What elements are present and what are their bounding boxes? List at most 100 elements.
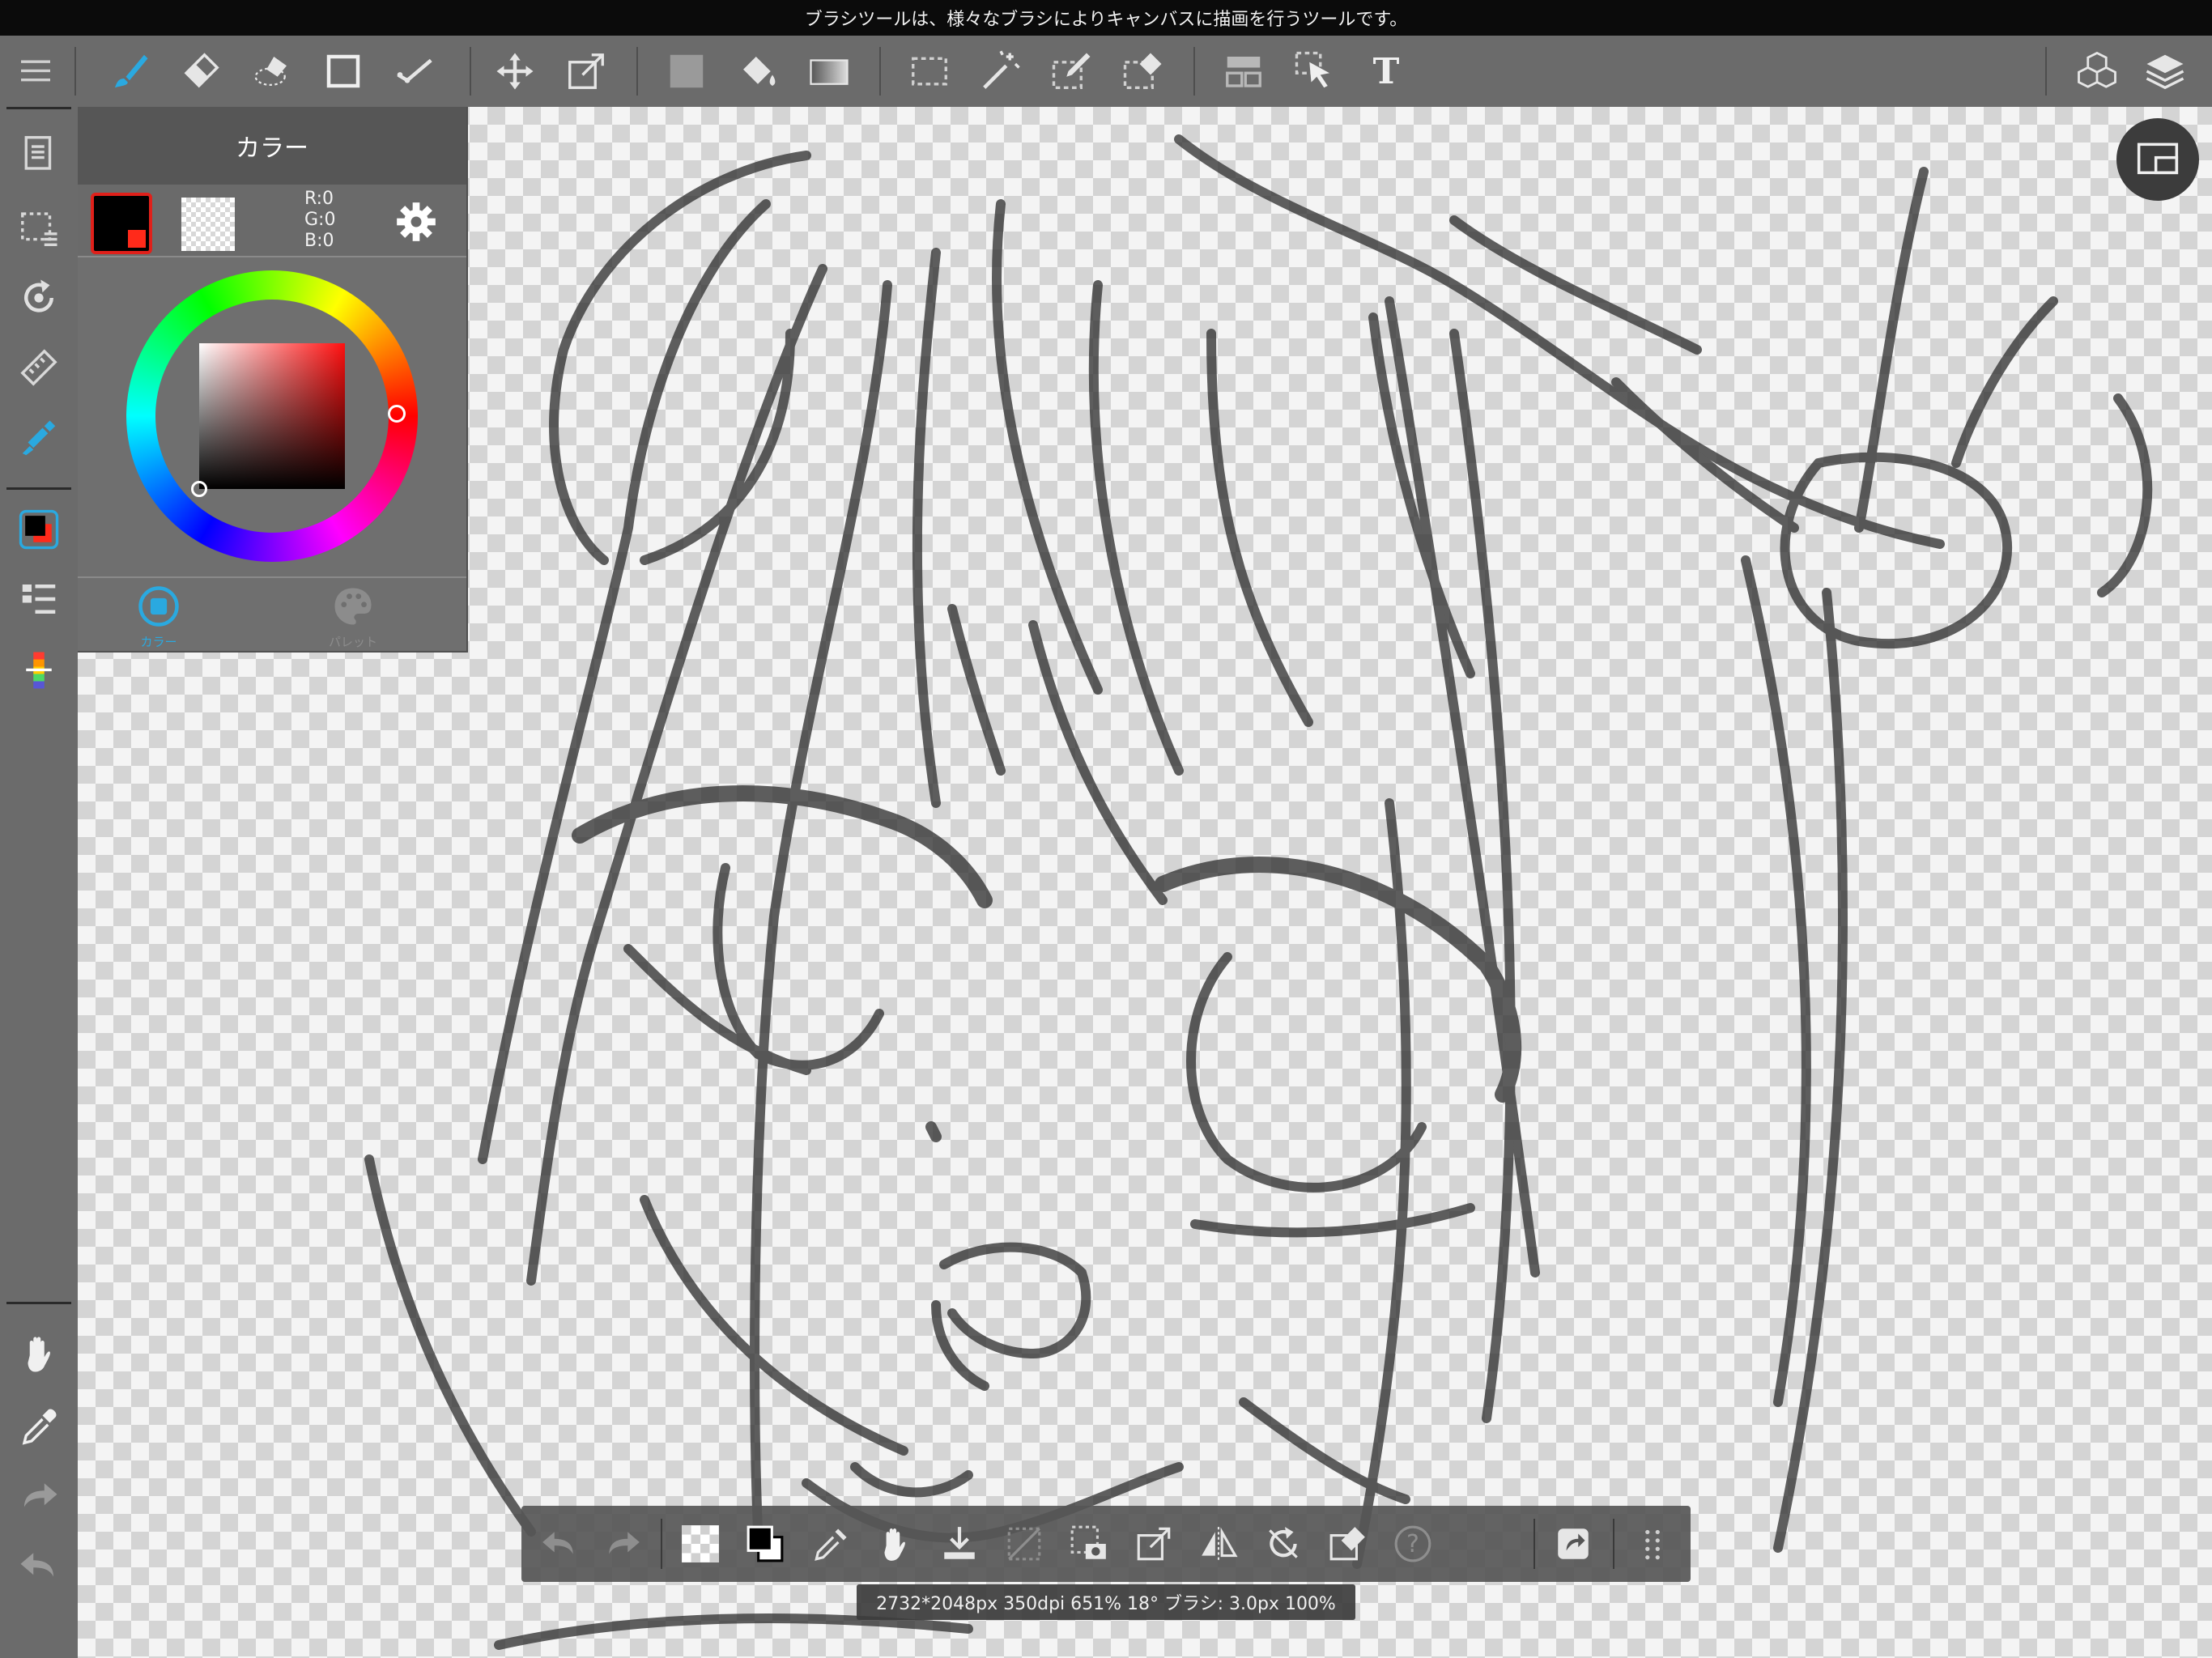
download-icon [944, 1527, 975, 1559]
hand-tool-button[interactable] [6, 1321, 71, 1386]
page-button[interactable] [6, 121, 71, 186]
undo-button[interactable] [6, 1533, 71, 1598]
bottom-toolbar: ? [521, 1506, 1691, 1582]
transform-icon [568, 53, 604, 89]
menu-button[interactable] [0, 36, 71, 107]
flip-button[interactable] [1187, 1512, 1250, 1575]
color-button[interactable] [6, 497, 71, 562]
color-panel-tabs: カラー パレット [78, 576, 466, 653]
rotate-button[interactable] [6, 266, 71, 330]
view-mode-button[interactable] [2116, 118, 2199, 201]
operation-icon [1295, 51, 1329, 88]
brush-tool-button[interactable] [94, 36, 165, 107]
shape-tool-button[interactable] [308, 36, 379, 107]
tab-palette[interactable]: パレット [304, 585, 402, 649]
rgb-b-value: B:0 [304, 231, 334, 251]
palette-strip-button[interactable] [6, 638, 71, 703]
rotate-icon [24, 279, 53, 312]
hand-button-bottom[interactable] [863, 1512, 926, 1575]
deselect-button[interactable] [993, 1512, 1056, 1575]
download-button[interactable] [928, 1512, 991, 1575]
eraser-icon [184, 53, 219, 88]
eyedropper-button[interactable] [6, 1394, 71, 1459]
ruler-icon [20, 349, 57, 386]
fill-line-icon [397, 58, 432, 83]
text-tool-button[interactable]: T [1351, 36, 1422, 107]
canvas-info-text: 2732*2048px 350dpi 651% 18° ブラシ: 3.0px 1… [876, 1594, 1336, 1614]
brush-color-button[interactable] [6, 406, 71, 471]
menu-icon [21, 60, 50, 82]
background-color-swatch[interactable] [181, 198, 235, 251]
share-button[interactable] [1542, 1512, 1605, 1575]
fill-color-button[interactable] [651, 36, 722, 107]
eyedropper-icon [815, 1528, 847, 1561]
bucket-icon [743, 57, 776, 86]
redo-button[interactable] [6, 1464, 71, 1528]
rotate-reset-button[interactable] [1252, 1512, 1315, 1575]
share-icon [1558, 1528, 1589, 1559]
select-pen-icon [1052, 53, 1091, 89]
hue-handle[interactable] [388, 405, 406, 423]
toolbar-divider [2045, 47, 2047, 96]
brush-color-icon [22, 420, 56, 456]
operation-tool-button[interactable] [1279, 36, 1351, 107]
material-button[interactable] [2061, 36, 2133, 107]
layer-list-button[interactable] [6, 567, 71, 631]
magic-wand-button[interactable] [965, 36, 1036, 107]
layer-list-icon [22, 585, 56, 614]
transform-button-bottom[interactable] [1122, 1512, 1185, 1575]
panel-layout-icon [1226, 57, 1261, 87]
move-tool-button[interactable] [479, 36, 551, 107]
tab-color[interactable]: カラー [110, 585, 207, 649]
rotate-reset-icon [1269, 1527, 1298, 1558]
ruler-button[interactable] [6, 335, 71, 400]
left-rail [0, 107, 78, 1658]
toolbar-divider [74, 47, 76, 96]
move-icon [496, 53, 534, 90]
drag-handle[interactable] [1621, 1512, 1684, 1575]
fill-color-icon [670, 54, 704, 88]
rail-divider [6, 1302, 71, 1304]
layers-button[interactable] [2129, 36, 2201, 107]
eyedropper-button-bottom[interactable] [798, 1512, 861, 1575]
canvas-info-bar: 2732*2048px 350dpi 651% 18° ブラシ: 3.0px 1… [857, 1584, 1355, 1620]
transform-tool-button[interactable] [551, 36, 622, 107]
toolbar-divider [879, 47, 881, 96]
tab-color-label: カラー [140, 635, 177, 649]
deselect-icon [1007, 1527, 1041, 1561]
snapshot-button[interactable] [1057, 1512, 1121, 1575]
edit-button[interactable] [1317, 1512, 1380, 1575]
eraser-tool-button[interactable] [165, 36, 236, 107]
panel-layout-button[interactable] [1208, 36, 1279, 107]
brush-icon [115, 54, 148, 88]
transparent-color-button[interactable] [669, 1512, 732, 1575]
tab-palette-label: パレット [328, 635, 377, 649]
grip-icon [1645, 1529, 1660, 1560]
color-panel: カラー R:0 G:0 B:0 カラー パレット [78, 107, 468, 653]
color-swap-button[interactable] [734, 1512, 797, 1575]
gear-icon[interactable] [395, 201, 437, 243]
foreground-color-swatch[interactable] [91, 193, 152, 254]
material-icon [2078, 51, 2116, 88]
saturation-value-handle[interactable] [191, 481, 207, 497]
select-rect-icon [912, 57, 947, 86]
undo-button-bottom[interactable] [528, 1512, 591, 1575]
color-tab-icon [138, 586, 179, 627]
bucket-tool-button[interactable] [722, 36, 793, 107]
gradient-icon [810, 59, 849, 85]
blur-eraser-button[interactable] [236, 36, 308, 107]
selection-button[interactable] [6, 196, 71, 261]
help-button[interactable]: ? [1381, 1512, 1444, 1575]
rgb-r-value: R:0 [304, 189, 334, 209]
select-pen-button[interactable] [1036, 36, 1108, 107]
redo-button-bottom[interactable] [591, 1512, 654, 1575]
select-rect-button[interactable] [894, 36, 965, 107]
rail-divider [6, 487, 71, 490]
tool-hint-text: ブラシツールは、様々なブラシによりキャンバスに描画を行うツールです。 [804, 10, 1408, 30]
undo-icon [542, 1532, 573, 1554]
saturation-value-square[interactable] [199, 343, 345, 489]
gradient-tool-button[interactable] [793, 36, 865, 107]
line-tool-button[interactable] [379, 36, 450, 107]
color-swatch-row: R:0 G:0 B:0 [78, 185, 466, 257]
select-eraser-button[interactable] [1108, 36, 1179, 107]
